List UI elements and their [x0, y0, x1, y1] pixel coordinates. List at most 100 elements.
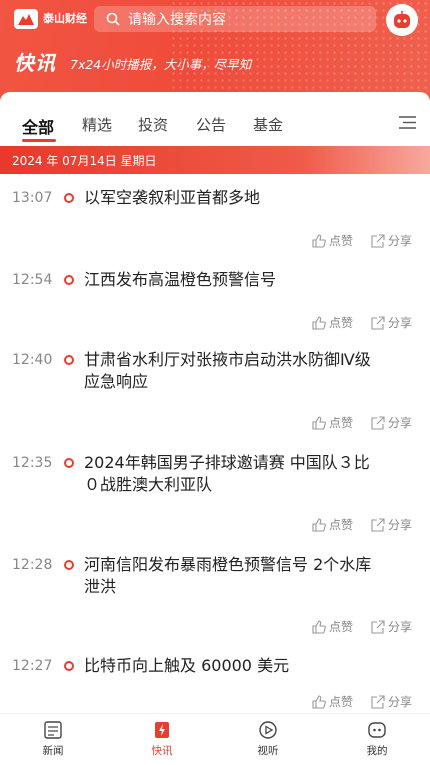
- thumbs-up-icon: [312, 233, 326, 248]
- share-label: 分享: [387, 234, 412, 248]
- news-actions: 点赞 分享: [312, 414, 412, 431]
- tabbar-video-label: 视听: [257, 745, 279, 757]
- news-item[interactable]: 12:35 2024年韩国男子排球邀请赛 中国队３比 ０战胜澳大利亚队 点赞 分享: [0, 440, 430, 542]
- tabbar-profile-label: 我的: [366, 745, 388, 757]
- tabbar-flash-label: 快讯: [151, 745, 173, 757]
- menu-icon[interactable]: [399, 116, 416, 129]
- share-button[interactable]: 分享: [371, 516, 412, 533]
- thumbs-up-icon: [312, 694, 326, 709]
- search-icon: [106, 12, 120, 26]
- like-label: 点赞: [328, 416, 353, 430]
- flash-news-icon: [155, 722, 169, 738]
- tabbar-news-label: 新闻: [42, 745, 64, 757]
- like-button[interactable]: 点赞: [312, 232, 353, 249]
- page-title: 快讯: [14, 51, 56, 75]
- news-title: 甘肃省水利厅对张掖市启动洪水防御Ⅳ级 应急响应: [84, 349, 414, 393]
- tabbar-news[interactable]: 新闻: [23, 720, 83, 758]
- news-item[interactable]: 12:27 比特币向上触及 60000 美元 点赞 分享: [0, 643, 430, 713]
- news-time: 12:27: [12, 658, 53, 674]
- news-time: 12:28: [12, 557, 53, 573]
- news-item[interactable]: 13:07 以军空袭叙利亚首都多地 点赞 分享: [0, 174, 430, 258]
- search-input[interactable]: 请输入搜索内容: [94, 6, 376, 32]
- news-feed: 13:07 以军空袭叙利亚首都多地 点赞 分享 12:54 江西发布高温橙色预警…: [0, 174, 430, 713]
- share-label: 分享: [387, 620, 412, 634]
- share-button[interactable]: 分享: [371, 314, 412, 331]
- news-title-line: 以军空袭叙利亚首都多地: [84, 188, 261, 207]
- like-button[interactable]: 点赞: [312, 516, 353, 533]
- news-title: 2024年韩国男子排球邀请赛 中国队３比 ０战胜澳大利亚队: [84, 452, 414, 496]
- app-header: 泰山财经 请输入搜索内容 快讯 7x24小时播报，大小事，尽早知: [0, 0, 430, 100]
- news-time: 13:07: [12, 190, 53, 206]
- thumbs-up-icon: [312, 517, 326, 532]
- news-actions: 点赞 分享: [312, 516, 412, 533]
- slogan: 7x24小时播报，大小事，尽早知: [70, 57, 252, 72]
- like-label: 点赞: [328, 234, 353, 248]
- share-icon: [371, 415, 385, 430]
- news-title: 比特币向上触及 60000 美元: [84, 655, 414, 677]
- news-title-line: 河南信阳发布暴雨橙色预警信号 2个水库: [84, 555, 372, 574]
- like-label: 点赞: [328, 316, 353, 330]
- timeline-dot: [64, 458, 74, 468]
- timeline-dot: [64, 560, 74, 570]
- news-actions: 点赞 分享: [312, 693, 412, 710]
- tabbar-flash[interactable]: 快讯: [132, 720, 192, 758]
- timeline-dot: [64, 275, 74, 285]
- app-logo[interactable]: 泰山财经: [14, 9, 87, 29]
- news-title-line: 2024年韩国男子排球邀请赛 中国队３比: [84, 453, 370, 472]
- share-icon: [371, 619, 385, 634]
- news-title: 以军空袭叙利亚首都多地: [84, 187, 414, 209]
- tabbar-profile[interactable]: 我的: [347, 720, 407, 758]
- news-actions: 点赞 分享: [312, 232, 412, 249]
- play-icon: [259, 721, 277, 739]
- share-button[interactable]: 分享: [371, 414, 412, 431]
- news-title-line: 比特币向上触及 60000 美元: [84, 656, 290, 675]
- share-button[interactable]: 分享: [371, 232, 412, 249]
- tab-all[interactable]: 全部: [22, 114, 54, 138]
- tab-featured[interactable]: 精选: [82, 114, 112, 135]
- robot-avatar-icon: [394, 11, 410, 28]
- thumbs-up-icon: [312, 415, 326, 430]
- news-title-line: 泄洪: [84, 577, 117, 596]
- share-label: 分享: [387, 416, 412, 430]
- tab-fund[interactable]: 基金: [253, 114, 283, 135]
- logo-text: 泰山财经: [43, 11, 87, 25]
- news-item[interactable]: 12:28 河南信阳发布暴雨橙色预警信号 2个水库 泄洪 点赞 分享: [0, 542, 430, 643]
- news-title-line: 江西发布高温橙色预警信号: [84, 270, 277, 289]
- like-button[interactable]: 点赞: [312, 414, 353, 431]
- tabbar-video[interactable]: 视听: [238, 720, 298, 758]
- like-button[interactable]: 点赞: [312, 693, 353, 710]
- thumbs-up-icon: [312, 619, 326, 634]
- share-icon: [371, 315, 385, 330]
- newspaper-icon: [44, 721, 62, 739]
- share-label: 分享: [387, 316, 412, 330]
- news-actions: 点赞 分享: [312, 314, 412, 331]
- share-button[interactable]: 分享: [371, 618, 412, 635]
- active-tab-indicator: [22, 139, 56, 142]
- like-label: 点赞: [328, 695, 353, 709]
- like-button[interactable]: 点赞: [312, 618, 353, 635]
- share-button[interactable]: 分享: [371, 693, 412, 710]
- timeline-dot: [64, 355, 74, 365]
- news-title: 江西发布高温橙色预警信号: [84, 269, 414, 291]
- share-icon: [371, 233, 385, 248]
- timeline-dot: [64, 193, 74, 203]
- share-icon: [371, 517, 385, 532]
- news-time: 12:54: [12, 272, 53, 288]
- news-title-line: ０战胜澳大利亚队: [84, 475, 213, 494]
- news-time: 12:40: [12, 352, 53, 368]
- date-bar: 2024 年 07月14日 星期日: [0, 146, 430, 174]
- news-title-line: 应急响应: [84, 372, 149, 391]
- news-time: 12:35: [12, 455, 53, 471]
- news-item[interactable]: 12:40 甘肃省水利厅对张掖市启动洪水防御Ⅳ级 应急响应 点赞 分享: [0, 340, 430, 440]
- search-placeholder: 请输入搜索内容: [128, 12, 226, 28]
- tab-announcement[interactable]: 公告: [196, 114, 226, 135]
- profile-icon: [368, 722, 386, 738]
- like-button[interactable]: 点赞: [312, 314, 353, 331]
- bottom-tab-bar: 新闻 快讯 视听 我的: [0, 713, 430, 765]
- user-avatar-button[interactable]: [386, 4, 418, 36]
- news-item[interactable]: 12:54 江西发布高温橙色预警信号 点赞 分享: [0, 258, 430, 340]
- thumbs-up-icon: [312, 315, 326, 330]
- category-tabs: 全部 精选 投资 公告 基金: [0, 92, 430, 144]
- date-label: 2024 年 07月14日 星期日: [12, 154, 157, 168]
- tab-investment[interactable]: 投资: [138, 114, 168, 135]
